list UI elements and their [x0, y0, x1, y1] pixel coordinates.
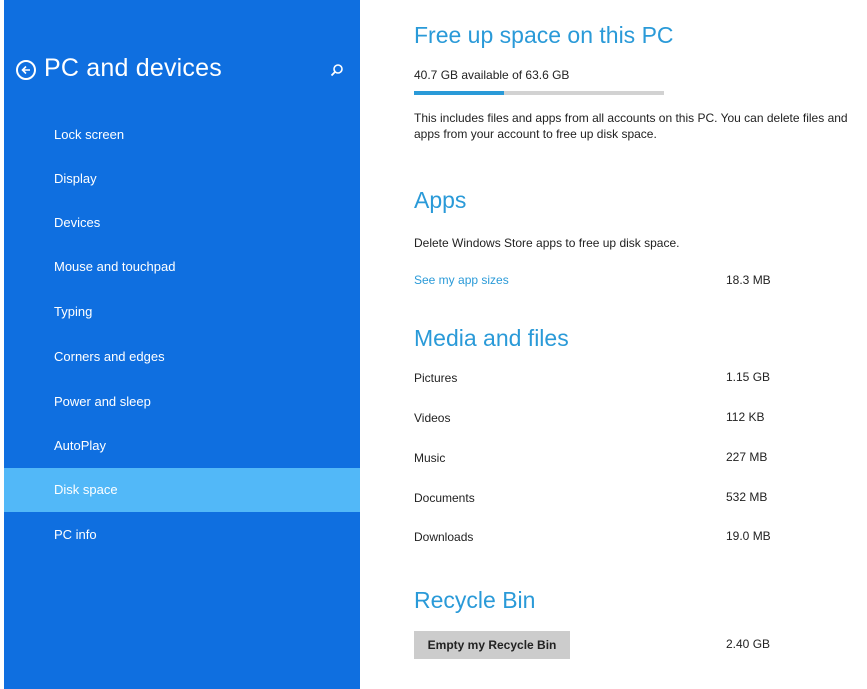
sidebar-item-mouse-and-touchpad[interactable]: Mouse and touchpad [4, 245, 360, 289]
sidebar-item-devices[interactable]: Devices [4, 201, 360, 245]
apps-description: Delete Windows Store apps to free up dis… [414, 236, 680, 250]
see-my-app-sizes-link[interactable]: See my app sizes [414, 273, 509, 287]
page-title: Free up space on this PC [414, 22, 674, 48]
apps-size: 18.3 MB [726, 273, 771, 287]
sidebar-item-display[interactable]: Display [4, 157, 360, 201]
media-row-size: 227 MB [726, 450, 768, 464]
storage-bar-fill [414, 91, 504, 95]
apps-title: Apps [414, 187, 467, 213]
sidebar-item-lock-screen[interactable]: Lock screen [4, 113, 360, 157]
empty-recycle-bin-button[interactable]: Empty my Recycle Bin [414, 631, 570, 659]
sidebar-item-pc-info[interactable]: PC info [4, 513, 360, 557]
storage-summary: 40.7 GB available of 63.6 GB [414, 68, 570, 82]
sidebar-header: PC and devices [4, 50, 360, 90]
media-row-label: Videos [414, 411, 451, 425]
media-row-label: Pictures [414, 371, 458, 385]
search-icon[interactable] [328, 62, 346, 80]
media-row-label: Music [414, 451, 446, 465]
media-row-size: 19.0 MB [726, 529, 771, 543]
recycle-bin-title: Recycle Bin [414, 587, 536, 613]
sidebar-item-autoplay[interactable]: AutoPlay [4, 424, 360, 468]
main-content: Free up space on this PC 40.7 GB availab… [360, 0, 867, 689]
sidebar-item-corners-and-edges[interactable]: Corners and edges [4, 335, 360, 379]
sidebar: PC and devices Lock screen Display Devic… [4, 0, 360, 689]
storage-bar [414, 91, 664, 95]
sidebar-item-power-and-sleep[interactable]: Power and sleep [4, 380, 360, 424]
sidebar-item-typing[interactable]: Typing [4, 290, 360, 334]
back-arrow-icon[interactable] [16, 60, 36, 80]
sidebar-title: PC and devices [44, 54, 222, 82]
sidebar-item-disk-space[interactable]: Disk space [4, 468, 360, 512]
media-title: Media and files [414, 325, 569, 351]
storage-description: This includes files and apps from all ac… [414, 111, 848, 141]
media-row-label: Downloads [414, 530, 474, 544]
media-row-size: 1.15 GB [726, 370, 771, 384]
recycle-bin-size: 2.40 GB [726, 637, 771, 651]
media-row-size: 532 MB [726, 490, 768, 504]
media-row-label: Documents [414, 491, 475, 505]
media-row-size: 112 KB [726, 410, 765, 424]
